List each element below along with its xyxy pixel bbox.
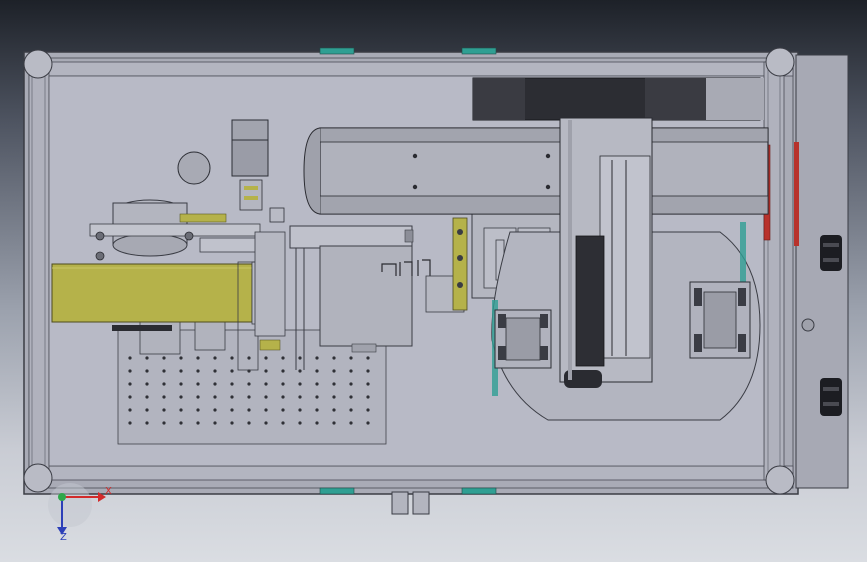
plate-hole: [366, 356, 370, 360]
plate-hole: [281, 356, 285, 360]
plate-hole: [332, 408, 336, 412]
plate-hole: [162, 382, 166, 386]
plate-hole: [281, 421, 285, 425]
plate-hole: [349, 356, 353, 360]
plate-hole: [213, 356, 217, 360]
plate-hole: [247, 408, 251, 412]
plate-hole: [230, 356, 234, 360]
plate-hole: [315, 356, 319, 360]
plate-hole: [315, 408, 319, 412]
plate-hole: [196, 382, 200, 386]
plate-hole: [179, 369, 183, 373]
plate-hole: [349, 382, 353, 386]
plate-hole: [264, 408, 268, 412]
plate-hole: [145, 356, 149, 360]
plate-hole: [298, 421, 302, 425]
plate-hole: [298, 408, 302, 412]
plate-hole: [281, 369, 285, 373]
plate-hole: [128, 395, 132, 399]
plate-hole: [366, 408, 370, 412]
vertical-axis: [559, 117, 653, 388]
plate-hole: [332, 382, 336, 386]
plate-hole: [264, 382, 268, 386]
plate-hole: [162, 408, 166, 412]
plate-hole: [281, 382, 285, 386]
plate-hole: [128, 408, 132, 412]
plate-hole: [264, 369, 268, 373]
plate-hole: [162, 369, 166, 373]
plate-hole: [213, 408, 217, 412]
plate-hole: [230, 408, 234, 412]
plate-hole: [179, 395, 183, 399]
plate-hole: [315, 382, 319, 386]
plate-hole: [315, 369, 319, 373]
plate-hole: [298, 382, 302, 386]
plate-hole: [281, 408, 285, 412]
x-axis-label: X: [105, 486, 112, 497]
plate-hole: [162, 356, 166, 360]
plate-hole: [332, 421, 336, 425]
plate-hole: [264, 356, 268, 360]
plate-hole: [264, 395, 268, 399]
plate-hole: [298, 369, 302, 373]
plate-hole: [196, 369, 200, 373]
z-axis-label: Z: [60, 532, 67, 543]
plate-hole: [145, 408, 149, 412]
plate-hole: [196, 356, 200, 360]
plate-hole: [145, 369, 149, 373]
plate-hole: [349, 395, 353, 399]
plate-hole: [213, 369, 217, 373]
plate-hole: [349, 369, 353, 373]
plate-hole: [298, 395, 302, 399]
plate-hole: [366, 421, 370, 425]
plate-hole: [230, 369, 234, 373]
plate-hole: [213, 382, 217, 386]
cad-viewport[interactable]: X Z: [0, 0, 867, 562]
plate-hole: [196, 421, 200, 425]
plate-hole: [196, 408, 200, 412]
plate-hole: [145, 395, 149, 399]
plate-hole: [213, 395, 217, 399]
plate-hole: [162, 395, 166, 399]
plate-hole: [315, 395, 319, 399]
plate-hole: [349, 408, 353, 412]
plate-hole: [366, 382, 370, 386]
y-axis-dot: [58, 493, 66, 501]
conveyor-belt: [51, 261, 273, 325]
plate-hole: [145, 421, 149, 425]
plate-hole: [179, 382, 183, 386]
plate-hole: [179, 421, 183, 425]
plate-hole: [128, 382, 132, 386]
plate-hole: [247, 382, 251, 386]
plate-hole: [179, 408, 183, 412]
plate-hole: [366, 395, 370, 399]
plate-hole: [162, 421, 166, 425]
plate-hole: [213, 421, 217, 425]
plate-hole: [298, 356, 302, 360]
plate-hole: [230, 382, 234, 386]
plate-hole: [332, 369, 336, 373]
plate-hole: [128, 369, 132, 373]
plate-hole: [230, 421, 234, 425]
plate-hole: [281, 395, 285, 399]
plate-hole: [179, 356, 183, 360]
plate-hole: [247, 395, 251, 399]
plate-hole: [196, 395, 200, 399]
plate-hole: [230, 395, 234, 399]
plate-hole: [332, 395, 336, 399]
plate-hole: [349, 421, 353, 425]
plate-hole: [264, 421, 268, 425]
plate-hole: [366, 369, 370, 373]
plate-hole: [247, 421, 251, 425]
plate-hole: [128, 356, 132, 360]
plate-hole: [247, 356, 251, 360]
plate-hole: [332, 356, 336, 360]
plate-hole: [315, 421, 319, 425]
plate-hole: [128, 421, 132, 425]
machine-model-scene: [23, 47, 849, 535]
plate-hole: [145, 382, 149, 386]
